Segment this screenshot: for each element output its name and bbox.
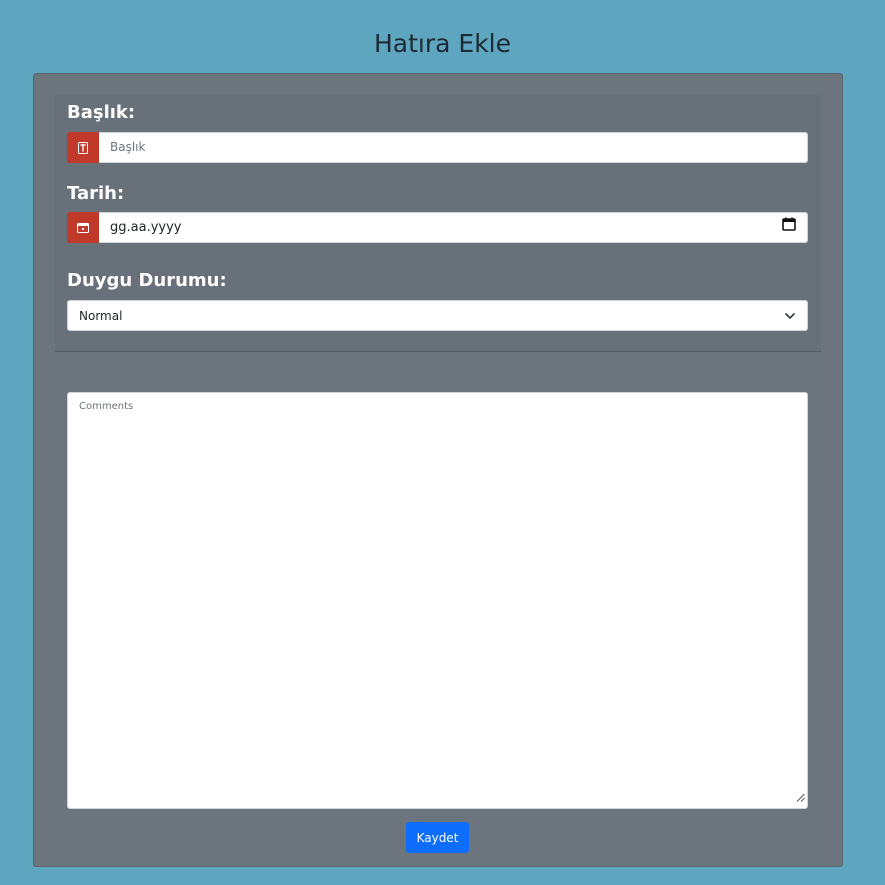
text-icon <box>67 132 99 163</box>
title-input-group: Başlık <box>67 132 808 163</box>
save-button[interactable]: Kaydet <box>406 822 469 853</box>
date-input[interactable]: gg.aa.yyyy <box>99 212 808 243</box>
date-value: gg.aa.yyyy <box>110 220 182 235</box>
comments-placeholder: Comments <box>79 401 134 412</box>
chevron-down-icon <box>784 309 796 323</box>
title-label: Başlık: <box>67 102 136 123</box>
comments-textarea[interactable]: Comments <box>67 392 808 809</box>
title-input[interactable]: Başlık <box>99 132 808 163</box>
calendar-picker-icon[interactable] <box>782 213 796 242</box>
mood-select[interactable]: Normal <box>67 300 808 331</box>
calendar-icon <box>67 212 99 243</box>
memory-form-card: Başlık: Başlık Tarih: gg.aa.yyyy Duygu D… <box>33 73 843 867</box>
date-input-group: gg.aa.yyyy <box>67 212 808 243</box>
title-placeholder: Başlık <box>110 140 146 154</box>
date-label: Tarih: <box>67 183 125 204</box>
mood-label: Duygu Durumu: <box>67 270 227 291</box>
resize-handle-icon[interactable] <box>796 787 805 806</box>
divider <box>55 351 821 352</box>
page-title: Hatıra Ekle <box>373 29 511 58</box>
mood-selected-value: Normal <box>79 308 123 323</box>
